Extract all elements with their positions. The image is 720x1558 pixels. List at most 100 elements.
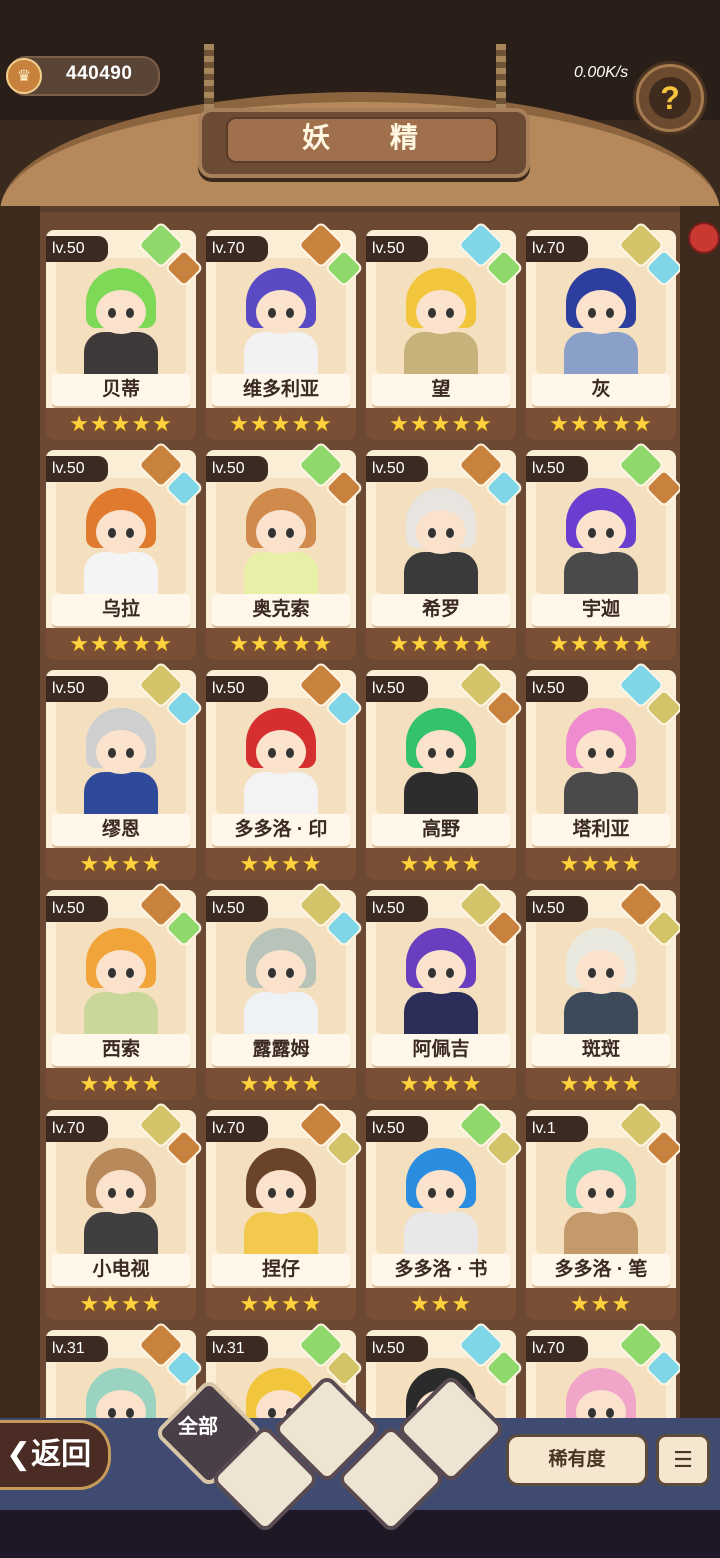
character-card[interactable]: lv.50 乌拉 ★★★★★ <box>46 440 204 660</box>
character-card[interactable]: lv.50 高野 ★★★★ <box>366 660 524 880</box>
portrait-eye <box>606 528 614 538</box>
card-name: 西索 <box>52 1034 190 1066</box>
character-card[interactable]: lv.50 西索 ★★★★ <box>46 880 204 1100</box>
portrait-face <box>96 510 146 554</box>
character-card[interactable]: lv.1 多多洛 · 笔 ★★★ <box>526 1100 680 1320</box>
portrait-eye <box>606 968 614 978</box>
character-card[interactable]: lv.50 多多洛 · 书 ★★★ <box>366 1100 524 1320</box>
portrait-eye <box>588 748 596 758</box>
portrait-face <box>256 510 306 554</box>
card-level: lv.50 <box>366 676 428 702</box>
card-name: 斑斑 <box>532 1034 670 1066</box>
card-name: 多多洛 · 书 <box>372 1254 510 1286</box>
character-card[interactable]: lv.50 露露姆 ★★★★ <box>206 880 364 1100</box>
portrait-face <box>576 950 626 994</box>
card-name: 灰 <box>532 374 670 406</box>
filter-all-label: 全部 <box>178 1416 218 1438</box>
portrait-eye <box>286 528 294 538</box>
portrait-body <box>244 992 318 1034</box>
card-stars: ★★★ <box>366 1288 516 1320</box>
portrait-face <box>96 1170 146 1214</box>
rarity-sort-button[interactable]: 稀有度 <box>506 1434 648 1486</box>
portrait-face <box>96 730 146 774</box>
card-name: 乌拉 <box>52 594 190 626</box>
character-card[interactable]: lv.50 阿佩吉 ★★★★ <box>366 880 524 1100</box>
card-level: lv.70 <box>46 1116 108 1142</box>
portrait-face <box>416 290 466 334</box>
help-button[interactable]: ? <box>636 64 704 132</box>
card-level: lv.50 <box>366 1116 428 1142</box>
portrait-eye <box>606 1408 614 1418</box>
card-name: 小电视 <box>52 1254 190 1286</box>
card-stars: ★★★ <box>526 1288 676 1320</box>
portrait-eye <box>606 748 614 758</box>
portrait-eye <box>286 308 294 318</box>
portrait-face <box>256 950 306 994</box>
card-level: lv.50 <box>46 236 108 262</box>
character-card[interactable]: lv.50 贝蒂 ★★★★★ <box>46 220 204 440</box>
portrait-eye <box>268 748 276 758</box>
portrait-eye <box>108 968 116 978</box>
card-level: lv.50 <box>366 1336 428 1362</box>
character-card[interactable]: lv.50 宇迦 ★★★★★ <box>526 440 680 660</box>
portrait-eye <box>108 1408 116 1418</box>
card-level: lv.50 <box>526 896 588 922</box>
card-stars: ★★★★ <box>366 848 516 880</box>
card-level: lv.1 <box>526 1116 588 1142</box>
portrait-body <box>84 772 158 814</box>
character-portrait <box>376 1138 506 1254</box>
sort-order-button[interactable]: ☰ <box>656 1434 710 1486</box>
character-card[interactable]: lv.50 望 ★★★★★ <box>366 220 524 440</box>
character-card[interactable]: lv.70 捏仔 ★★★★ <box>206 1100 364 1320</box>
card-level: lv.70 <box>206 1116 268 1142</box>
portrait-eye <box>108 308 116 318</box>
character-card[interactable]: lv.70 小电视 ★★★★ <box>46 1100 204 1320</box>
character-portrait <box>376 918 506 1034</box>
card-level: lv.50 <box>206 456 268 482</box>
portrait-body <box>84 992 158 1034</box>
portrait-eye <box>428 968 436 978</box>
character-card[interactable]: lv.70 <box>526 1320 680 1424</box>
production-rate: 0.00K/s <box>574 64 629 81</box>
card-stars: ★★★★ <box>526 848 676 880</box>
character-card[interactable]: lv.50 缪恩 ★★★★ <box>46 660 204 880</box>
character-portrait <box>376 258 506 374</box>
character-portrait <box>216 258 346 374</box>
card-level: lv.50 <box>526 676 588 702</box>
portrait-eye <box>268 1188 276 1198</box>
portrait-face <box>576 510 626 554</box>
character-card[interactable]: lv.50 斑斑 ★★★★ <box>526 880 680 1100</box>
character-portrait <box>56 698 186 814</box>
back-button[interactable]: ❮返回 <box>0 1420 111 1490</box>
portrait-body <box>404 332 478 374</box>
card-level: lv.70 <box>526 236 588 262</box>
portrait-face <box>256 730 306 774</box>
card-level: lv.50 <box>46 896 108 922</box>
character-card[interactable]: lv.70 维多利亚 ★★★★★ <box>206 220 364 440</box>
portrait-eye <box>286 748 294 758</box>
character-portrait <box>536 918 666 1034</box>
character-card[interactable]: lv.50 奥克索 ★★★★★ <box>206 440 364 660</box>
portrait-body <box>244 332 318 374</box>
portrait-body <box>404 992 478 1034</box>
character-card[interactable]: lv.50 多多洛 · 印 ★★★★ <box>206 660 364 880</box>
portrait-face <box>96 290 146 334</box>
character-card[interactable]: lv.50 塔利亚 ★★★★ <box>526 660 680 880</box>
portrait-body <box>564 552 638 594</box>
portrait-eye <box>428 308 436 318</box>
page-title: 妖 精 <box>302 122 444 153</box>
portrait-face <box>256 1170 306 1214</box>
portrait-face <box>416 1170 466 1214</box>
character-portrait <box>56 258 186 374</box>
character-card[interactable]: lv.50 希罗 ★★★★★ <box>366 440 524 660</box>
character-card[interactable]: lv.70 灰 ★★★★★ <box>526 220 680 440</box>
portrait-eye <box>588 968 596 978</box>
portrait-body <box>404 1212 478 1254</box>
card-name: 多多洛 · 笔 <box>532 1254 670 1286</box>
character-portrait <box>536 698 666 814</box>
card-level: lv.50 <box>526 456 588 482</box>
portrait-eye <box>126 528 134 538</box>
character-portrait <box>56 1138 186 1254</box>
card-name: 宇迦 <box>532 594 670 626</box>
notification-dot-icon <box>688 222 720 254</box>
